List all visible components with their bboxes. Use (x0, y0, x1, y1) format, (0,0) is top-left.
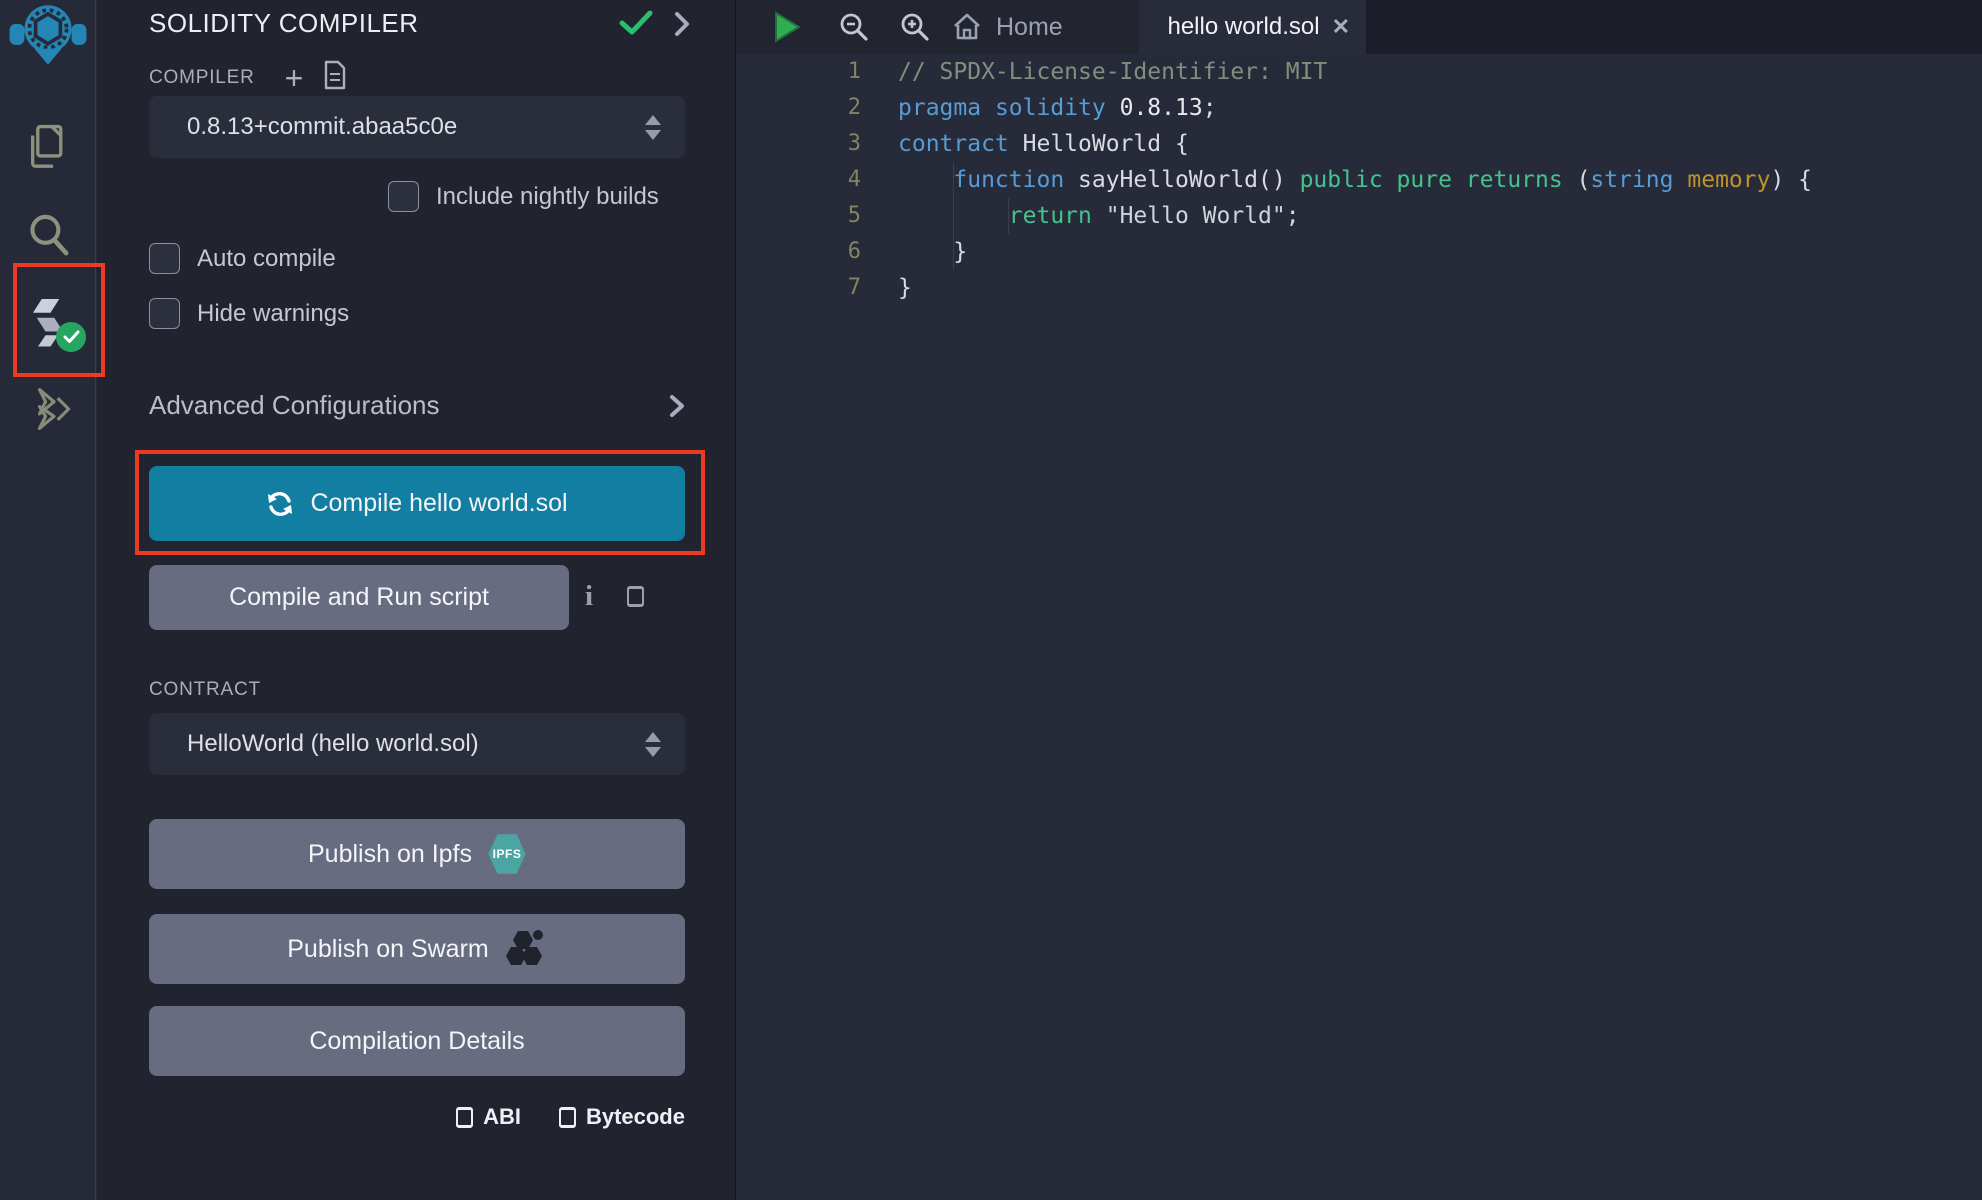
select-arrows-icon (645, 115, 661, 140)
copy-bytecode-button[interactable]: Bytecode (559, 1104, 685, 1130)
compiler-section-label: COMPILER (149, 67, 255, 89)
copy-abi-button[interactable]: ABI (456, 1104, 521, 1130)
tab-home-label: Home (996, 13, 1063, 42)
compiler-version-value: 0.8.13+commit.abaa5c0e (187, 113, 457, 141)
contract-section-label: CONTRACT (149, 679, 261, 701)
checkbox-label: Include nightly builds (436, 183, 659, 211)
contract-select[interactable]: HelloWorld (hello world.sol) (149, 713, 685, 775)
chevron-right-icon (669, 393, 685, 419)
copy-icon (559, 1107, 576, 1128)
compile-check-icon (619, 10, 653, 41)
code-content[interactable]: // SPDX-License-Identifier: MITpragma so… (898, 54, 1982, 306)
abi-label: ABI (483, 1104, 521, 1130)
code-line[interactable]: return "Hello World"; (898, 198, 1982, 234)
checkbox-label: Auto compile (197, 245, 336, 273)
compilation-details-label: Compilation Details (309, 1027, 524, 1056)
swarm-icon (505, 929, 547, 969)
compiler-version-select[interactable]: 0.8.13+commit.abaa5c0e (149, 96, 685, 158)
file-explorer-icon[interactable] (0, 124, 96, 170)
search-icon[interactable] (0, 213, 96, 257)
copy-icon (456, 1107, 473, 1128)
select-arrows-icon (645, 732, 661, 757)
panel-title: SOLIDITY COMPILER (149, 8, 419, 39)
line-numbers: 1234567 (736, 54, 861, 306)
publish-swarm-label: Publish on Swarm (287, 935, 488, 964)
info-icon[interactable]: i (585, 580, 593, 613)
auto-compile-checkbox[interactable]: Auto compile (149, 243, 336, 274)
include-nightly-builds-checkbox[interactable]: Include nightly builds (388, 181, 659, 212)
add-compiler-plus-icon[interactable]: + (285, 66, 304, 90)
code-line[interactable]: pragma solidity 0.8.13; (898, 90, 1982, 126)
refresh-icon (266, 490, 294, 518)
code-editor: Home hello world.sol ✕ 1234567 // SPDX-L… (735, 0, 1982, 1200)
advanced-configurations-toggle[interactable]: Advanced Configurations (149, 390, 685, 421)
bytecode-label: Bytecode (586, 1104, 685, 1130)
close-tab-icon[interactable]: ✕ (1332, 14, 1350, 40)
checkbox-box[interactable] (149, 298, 180, 329)
code-line[interactable]: } (898, 234, 1982, 270)
compile-success-badge (56, 322, 86, 352)
hide-warnings-checkbox[interactable]: Hide warnings (149, 298, 349, 329)
publish-ipfs-button[interactable]: Publish on Ipfs IPFS (149, 819, 685, 889)
code-line[interactable]: contract HelloWorld { (898, 126, 1982, 162)
code-line[interactable]: // SPDX-License-Identifier: MIT (898, 54, 1982, 90)
contract-select-value: HelloWorld (hello world.sol) (187, 730, 479, 758)
advanced-configurations-label: Advanced Configurations (149, 390, 669, 421)
home-icon (952, 12, 982, 42)
checkbox-box[interactable] (388, 181, 419, 212)
compile-button[interactable]: Compile hello world.sol (149, 466, 685, 541)
compile-button-label: Compile hello world.sol (310, 489, 567, 518)
publish-ipfs-label: Publish on Ipfs (308, 840, 472, 869)
publish-swarm-button[interactable]: Publish on Swarm (149, 914, 685, 984)
checkbox-box[interactable] (149, 243, 180, 274)
tab-home[interactable]: Home (932, 0, 1083, 54)
tab-hello-world-sol[interactable]: hello world.sol ✕ (1139, 0, 1366, 54)
remix-logo-icon[interactable] (0, 4, 96, 66)
copy-icon[interactable] (627, 586, 644, 607)
compile-and-run-button[interactable]: Compile and Run script (149, 565, 569, 630)
solidity-compiler-panel: SOLIDITY COMPILER COMPILER + 0.8.13+comm… (97, 0, 735, 1200)
compiler-doc-icon[interactable] (323, 60, 347, 95)
code-area[interactable]: 1234567 // SPDX-License-Identifier: MITp… (736, 54, 1982, 1200)
compilation-details-button[interactable]: Compilation Details (149, 1006, 685, 1076)
zoom-in-icon[interactable] (900, 0, 930, 54)
icon-sidebar (0, 0, 96, 1200)
tab-file-label: hello world.sol (1167, 13, 1319, 41)
compile-run-label: Compile and Run script (229, 583, 489, 612)
panel-chevron-right-icon[interactable] (673, 10, 691, 43)
code-line[interactable]: function sayHelloWorld() public pure ret… (898, 162, 1982, 198)
checkbox-label: Hide warnings (197, 300, 349, 328)
code-line[interactable]: } (898, 270, 1982, 306)
zoom-out-icon[interactable] (839, 0, 869, 54)
deploy-run-ethereum-icon[interactable] (0, 388, 96, 430)
editor-tab-bar: Home hello world.sol ✕ (736, 0, 1982, 54)
run-play-icon[interactable] (772, 0, 802, 54)
ipfs-icon: IPFS (488, 833, 526, 875)
